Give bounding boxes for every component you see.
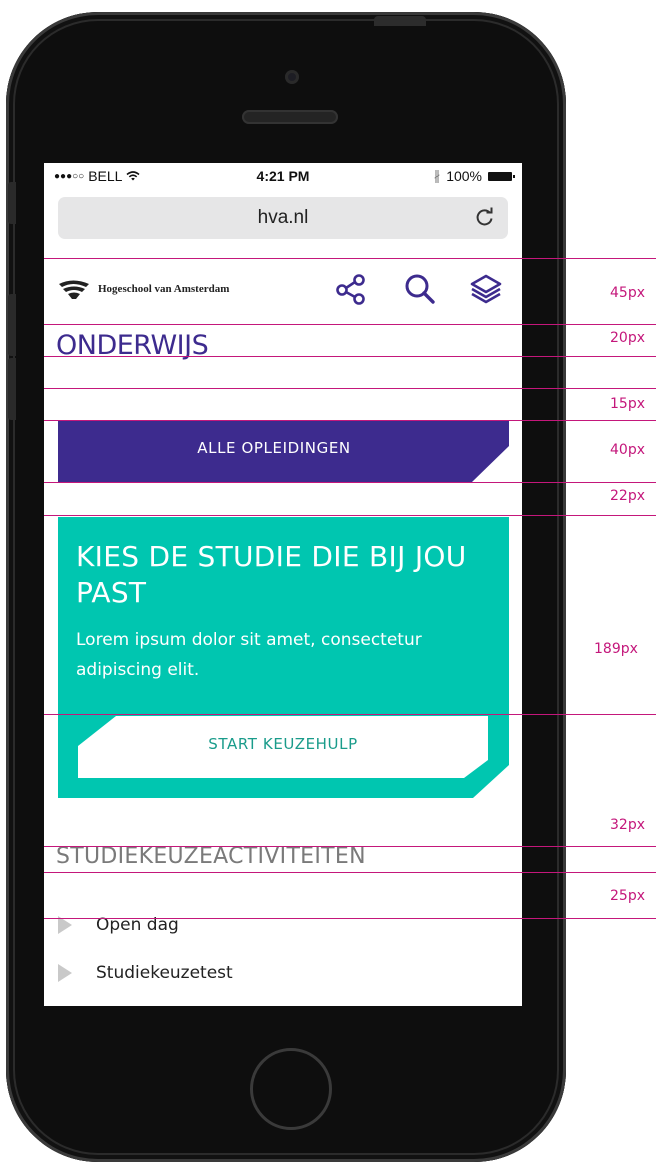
- guide-line: [44, 324, 656, 325]
- volume-up-button: [8, 294, 16, 356]
- list-item[interactable]: Open dag: [58, 915, 233, 963]
- all-programs-button[interactable]: ALLE OPLEIDINGEN: [58, 420, 509, 482]
- arrow-right-icon: [58, 964, 72, 982]
- battery-percent: 100%: [446, 168, 482, 184]
- home-button: [250, 1048, 332, 1130]
- hva-logo-icon[interactable]: [57, 278, 91, 300]
- activities-title: STUDIEKEUZEACTIVITEITEN: [56, 844, 366, 869]
- measurement-label: 15px: [610, 396, 645, 412]
- battery-info: ∦ 100%: [433, 168, 515, 184]
- guide-line: [44, 356, 656, 357]
- guide-line: [44, 420, 656, 421]
- layers-icon[interactable]: [470, 273, 502, 305]
- site-header: Hogeschool van Amsterdam: [44, 259, 522, 321]
- promo-text: Lorem ipsum dolor sit amet, consectetur …: [76, 630, 422, 680]
- promo-card: KIES DE STUDIE DIE BIJ JOU PAST Lorem ip…: [58, 517, 509, 798]
- guide-line: [44, 918, 656, 919]
- promo-title: KIES DE STUDIE DIE BIJ JOU PAST: [76, 540, 467, 609]
- address-bar[interactable]: hva.nl: [58, 197, 508, 239]
- guide-line: [44, 482, 656, 483]
- all-programs-label: ALLE OPLEIDINGEN: [197, 439, 351, 457]
- front-camera: [285, 70, 299, 84]
- activity-label: Studiekeuzetest: [96, 963, 233, 983]
- logo-text[interactable]: Hogeschool van Amsterdam: [98, 283, 229, 295]
- guide-line: [44, 872, 656, 873]
- battery-icon: [488, 171, 515, 181]
- power-button: [374, 16, 426, 26]
- guide-line: [44, 846, 656, 847]
- url-text: hva.nl: [257, 207, 309, 228]
- measurement-label: 32px: [610, 817, 645, 833]
- start-keuzehulp-button[interactable]: START KEUZEHULP: [78, 716, 488, 778]
- measurement-label: 25px: [610, 888, 645, 904]
- activities-list: Open dag Studiekeuzetest: [58, 915, 233, 1006]
- guide-line: [44, 714, 656, 715]
- list-item[interactable]: Studiekeuzetest: [58, 963, 233, 1006]
- guide-line: [44, 515, 656, 516]
- search-icon[interactable]: [404, 273, 436, 305]
- measurement-label: 20px: [610, 330, 645, 346]
- guide-line: [44, 388, 656, 389]
- earpiece-speaker: [242, 110, 338, 124]
- bluetooth-icon: ∦: [433, 168, 441, 183]
- status-bar: ●●●○○ BELL 4:21 PM ∦ 100%: [44, 163, 522, 191]
- reload-icon[interactable]: [474, 206, 496, 228]
- phone-screen: ●●●○○ BELL 4:21 PM ∦ 100% hva.nl Hogesch…: [44, 163, 522, 1006]
- volume-down-button: [8, 358, 16, 420]
- measurement-label: 40px: [610, 442, 645, 458]
- measurement-label: 22px: [610, 488, 645, 504]
- mute-switch: [8, 182, 16, 224]
- start-keuzehulp-label: START KEUZEHULP: [208, 735, 358, 753]
- guide-line: [44, 258, 656, 259]
- measurement-label: 189px: [594, 641, 638, 657]
- measurement-label: 45px: [610, 285, 645, 301]
- share-icon[interactable]: [335, 273, 367, 305]
